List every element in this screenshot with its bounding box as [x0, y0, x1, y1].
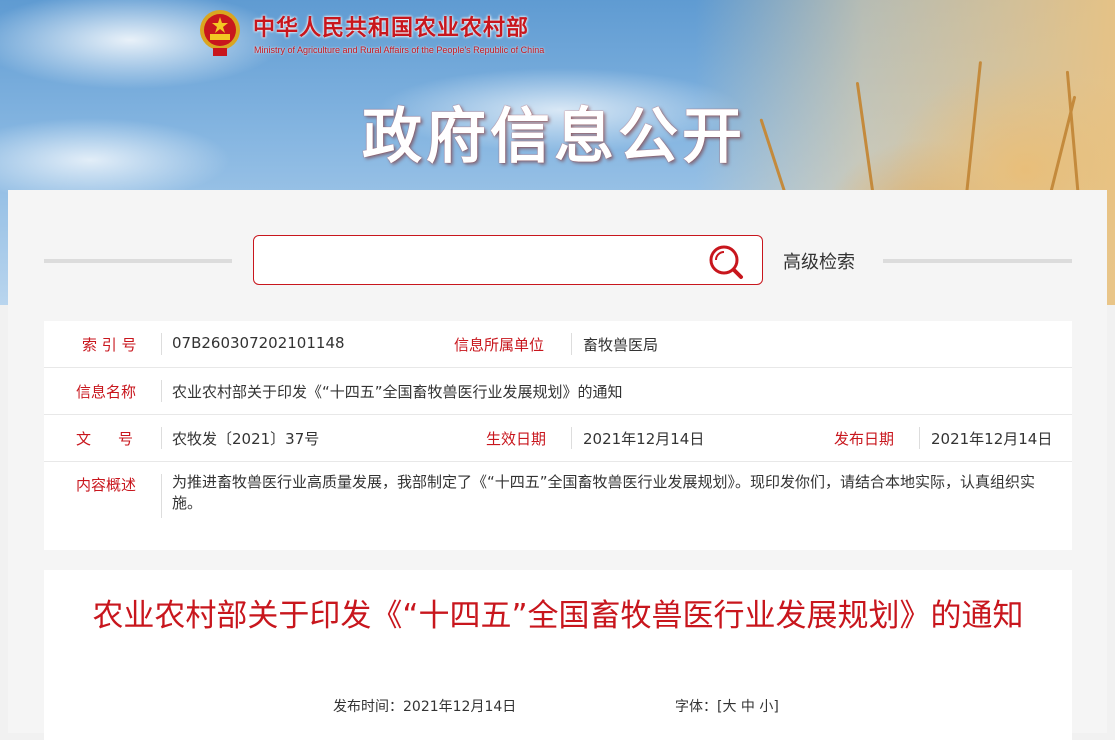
info-row-name: 信息名称 农业农村部关于印发《“十四五”全国畜牧兽医行业发展规划》的通知	[44, 368, 1072, 415]
font-size-control: 字体：[大 中 小]	[675, 696, 779, 716]
summary-value: 为推进畜牧兽医行业高质量发展，我部制定了《“十四五”全国畜牧兽医行业发展规划》。…	[172, 473, 1036, 512]
summary-label: 内容概述	[76, 476, 137, 494]
publish-time-value: 2021年12月14日	[403, 699, 517, 715]
name-label: 信息名称	[76, 383, 137, 401]
main-content: 高级检索 索 引 号 07B260307202101148 信息所属单位 畜牧兽…	[8, 190, 1107, 740]
article-panel: 农业农村部关于印发《“十四五”全国畜牧兽医行业发展规划》的通知 发布时间：202…	[44, 570, 1072, 740]
doc-value: 农牧发〔2021〕37号	[172, 430, 320, 448]
effective-value: 2021年12月14日	[583, 430, 705, 448]
info-row-index: 索 引 号 07B260307202101148 信息所属单位 畜牧兽医局	[44, 321, 1072, 368]
effective-label: 生效日期	[486, 430, 547, 448]
font-size-label: 字体：	[675, 699, 717, 715]
font-small-button[interactable]: 小	[759, 699, 773, 715]
index-label: 索 引 号	[82, 336, 137, 354]
search-icon[interactable]	[708, 244, 744, 280]
site-subtitle: Ministry of Agriculture and Rural Affair…	[254, 45, 545, 55]
font-large-button[interactable]: 大	[722, 699, 736, 715]
national-emblem-icon	[200, 10, 240, 56]
doc-label: 文 号	[76, 430, 140, 448]
index-value: 07B260307202101148	[172, 334, 345, 352]
font-medium-button[interactable]: 中	[741, 699, 755, 715]
site-title[interactable]: 中华人民共和国农业农村部	[253, 10, 529, 42]
publish-time-label: 发布时间：	[333, 699, 403, 715]
search-input[interactable]	[264, 244, 698, 278]
publish-time: 发布时间：2021年12月14日	[333, 696, 516, 716]
publish-label: 发布日期	[834, 430, 895, 448]
info-row-summary: 内容概述 为推进畜牧兽医行业高质量发展，我部制定了《“十四五”全国畜牧兽医行业发…	[44, 462, 1072, 550]
info-table: 索 引 号 07B260307202101148 信息所属单位 畜牧兽医局 信息…	[44, 321, 1072, 550]
unit-value: 畜牧兽医局	[583, 336, 659, 354]
name-value: 农业农村部关于印发《“十四五”全国畜牧兽医行业发展规划》的通知	[172, 383, 623, 401]
unit-label: 信息所属单位	[454, 336, 545, 354]
info-row-doc: 文 号 农牧发〔2021〕37号 生效日期 2021年12月14日 发布日期 2…	[44, 415, 1072, 462]
advanced-search-link[interactable]: 高级检索	[783, 248, 855, 274]
divider-left	[44, 259, 232, 263]
article-title: 农业农村部关于印发《“十四五”全国畜牧兽医行业发展规划》的通知	[92, 598, 1024, 634]
section-title: 政府信息公开	[362, 102, 746, 172]
search-box[interactable]	[253, 235, 763, 285]
divider-right	[883, 259, 1072, 263]
publish-value: 2021年12月14日	[931, 430, 1053, 448]
font-bracket-close: ]	[773, 699, 779, 715]
